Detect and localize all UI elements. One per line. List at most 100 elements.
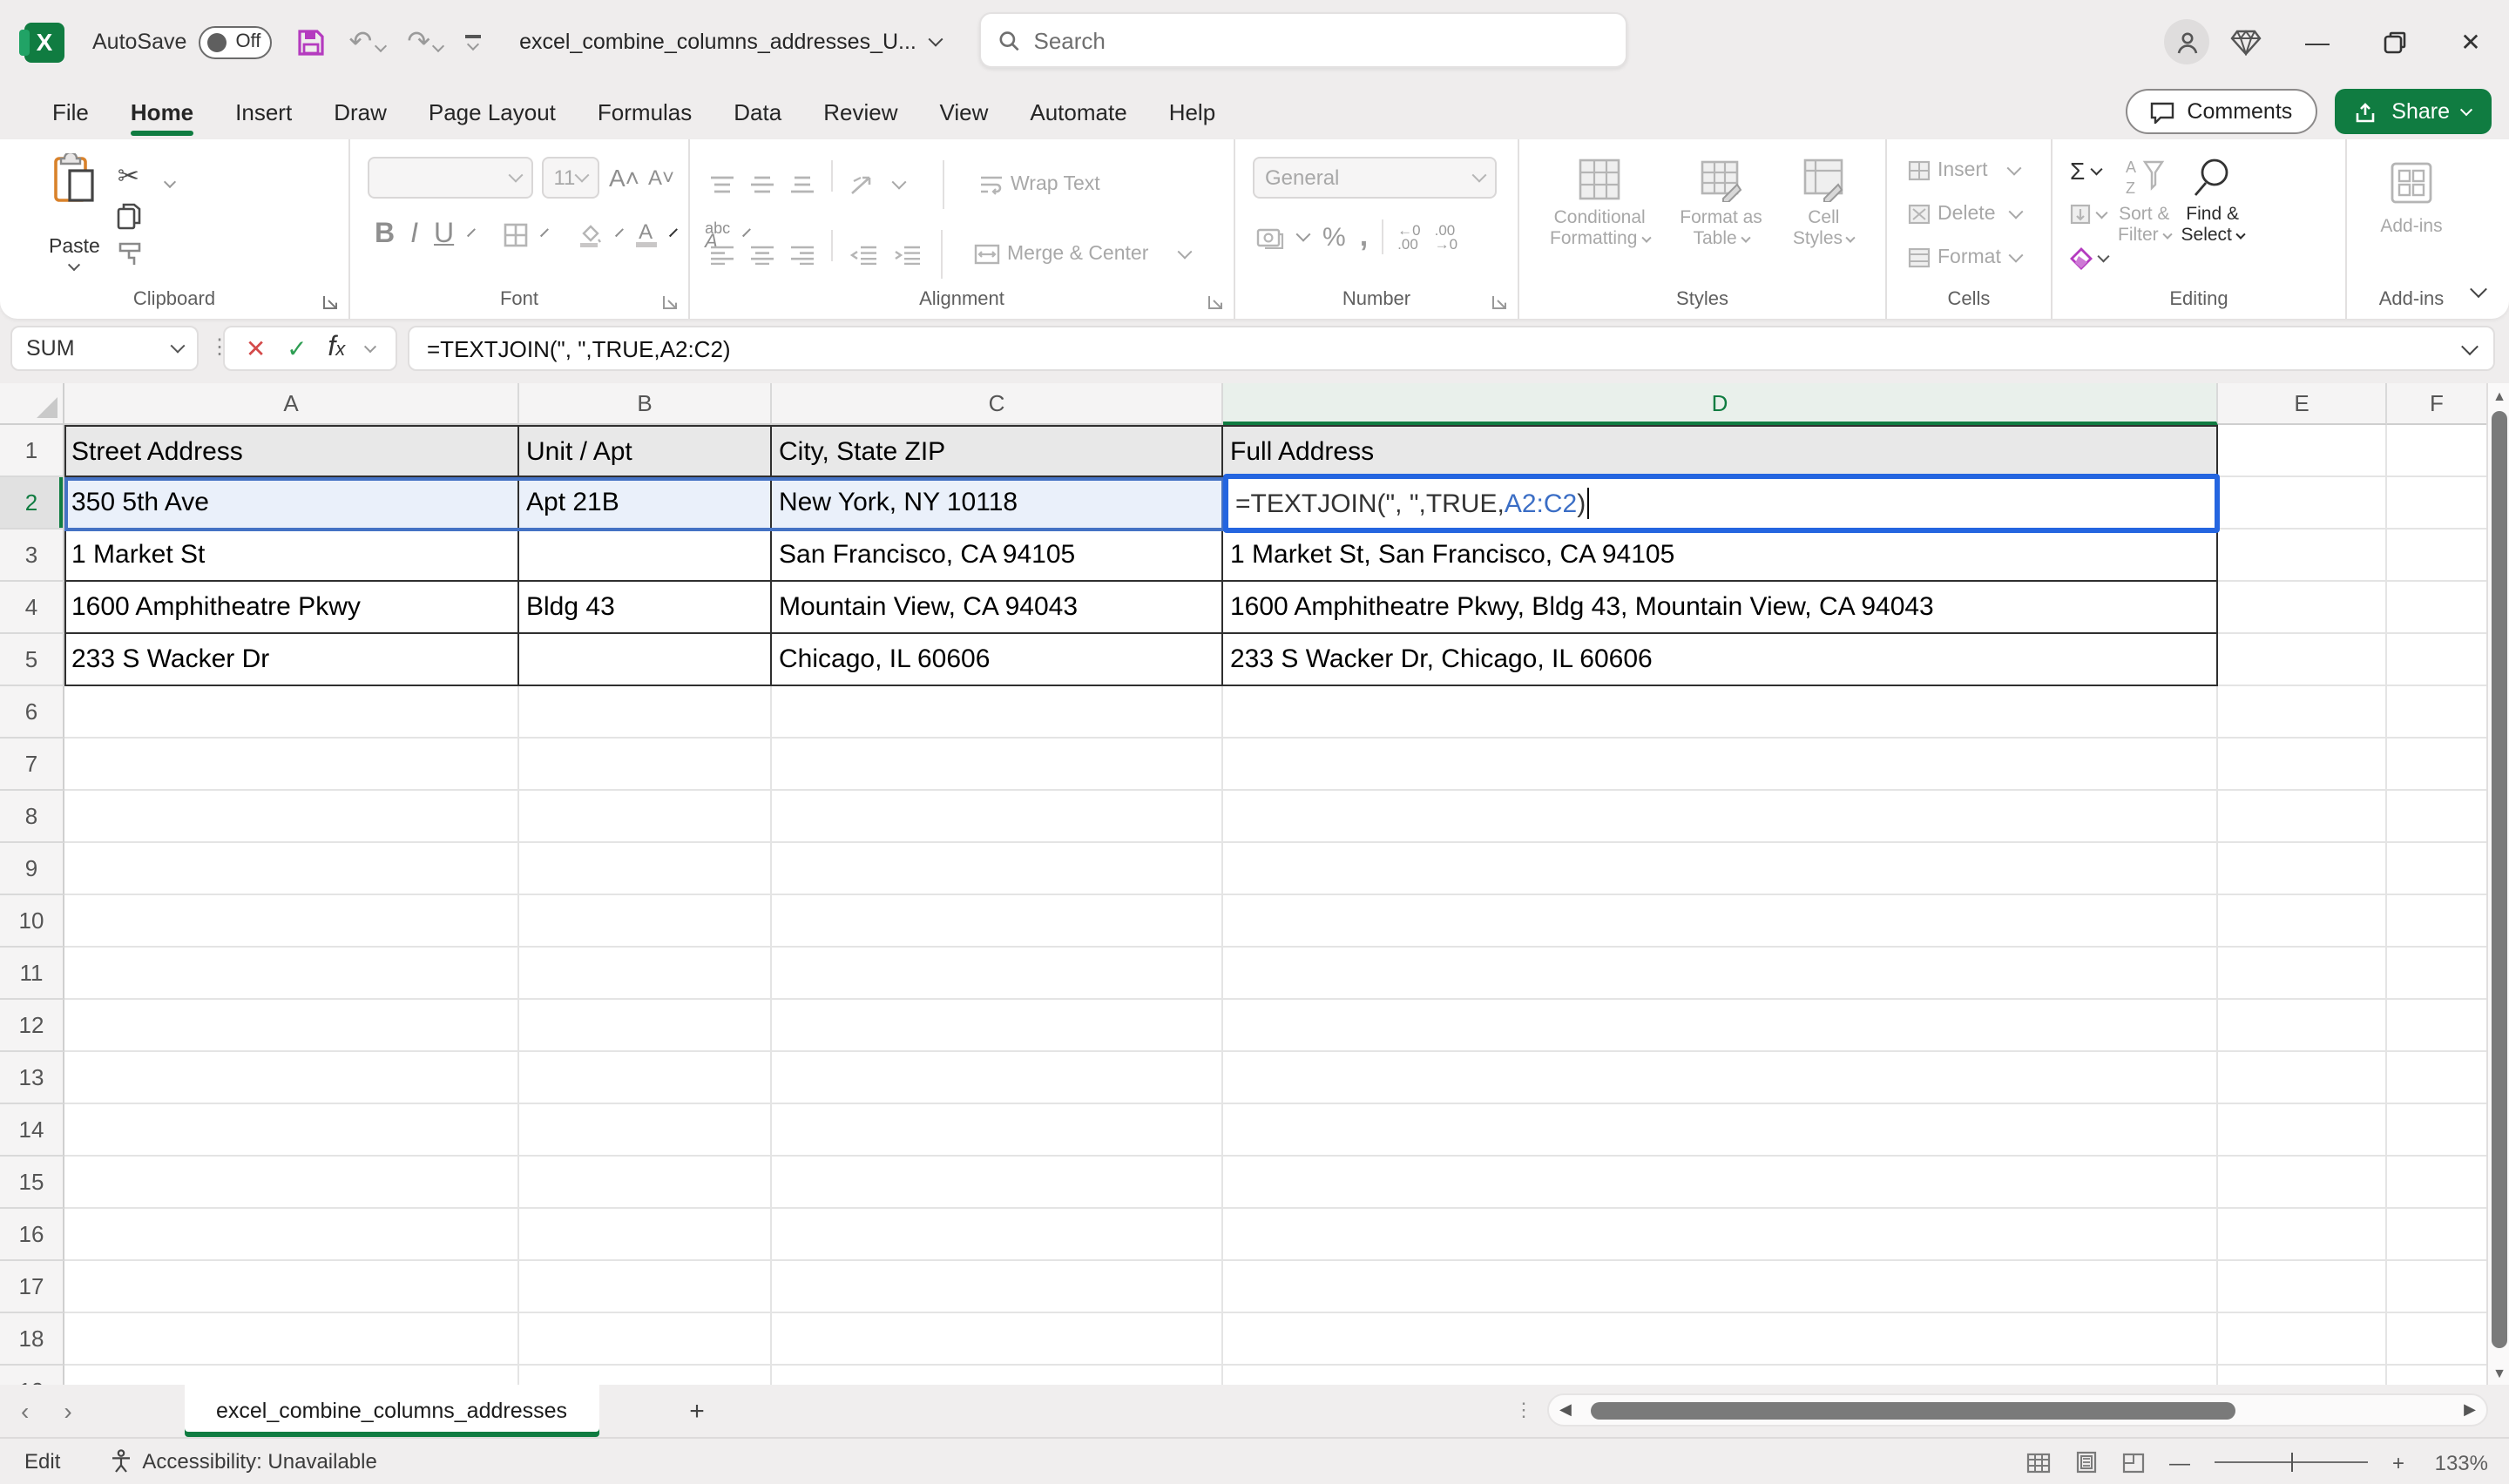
cell-e3[interactable]: [2218, 530, 2387, 582]
clipboard-dialog-launcher-icon[interactable]: [322, 294, 338, 310]
zoom-in-button[interactable]: +: [2392, 1450, 2404, 1474]
page-layout-view-button[interactable]: [2075, 1451, 2098, 1474]
cell-f19[interactable]: [2387, 1366, 2486, 1385]
row-header-3[interactable]: 3: [0, 530, 64, 582]
cell-d17[interactable]: [1223, 1261, 2218, 1313]
cell-d5[interactable]: 233 S Wacker Dr, Chicago, IL 60606: [1223, 634, 2218, 686]
cell-e6[interactable]: [2218, 686, 2387, 739]
cell-b18[interactable]: [519, 1313, 772, 1366]
insert-cells-button[interactable]: Insert: [1908, 153, 2051, 188]
cell-e19[interactable]: [2218, 1366, 2387, 1385]
insert-function-button[interactable]: fx: [328, 333, 345, 364]
cell-f16[interactable]: [2387, 1209, 2486, 1261]
scroll-down-icon[interactable]: ▼: [2488, 1360, 2509, 1385]
column-header-c[interactable]: C: [772, 383, 1223, 425]
cell-f5[interactable]: [2387, 634, 2486, 686]
cell-a16[interactable]: [64, 1209, 519, 1261]
row-header-11[interactable]: 11: [0, 948, 64, 1000]
cell-e7[interactable]: [2218, 739, 2387, 791]
cell-c9[interactable]: [772, 843, 1223, 895]
font-dialog-launcher-icon[interactable]: [662, 294, 678, 310]
cell-b5[interactable]: [519, 634, 772, 686]
vertical-scrollbar[interactable]: ▲ ▼: [2486, 383, 2509, 1385]
find-select-button[interactable]: Find &Select: [2181, 153, 2244, 246]
cell-b8[interactable]: [519, 791, 772, 843]
row-header-1[interactable]: 1: [0, 425, 64, 477]
cell-b11[interactable]: [519, 948, 772, 1000]
conditional-formatting-button[interactable]: ConditionalFormatting: [1550, 157, 1649, 249]
cell-c3[interactable]: San Francisco, CA 94105: [772, 530, 1223, 582]
cell-c16[interactable]: [772, 1209, 1223, 1261]
cell-b19[interactable]: [519, 1366, 772, 1385]
cell-f9[interactable]: [2387, 843, 2486, 895]
font-size-combo[interactable]: 11: [541, 157, 599, 199]
cell-f2[interactable]: [2387, 477, 2486, 530]
cell-b4[interactable]: Bldg 43: [519, 582, 772, 634]
tab-formulas[interactable]: Formulas: [577, 84, 713, 139]
cell-d15[interactable]: [1223, 1157, 2218, 1209]
decrease-decimal-button[interactable]: .00→0: [1435, 223, 1457, 251]
fill-button[interactable]: [2070, 197, 2107, 232]
cell-f1[interactable]: [2387, 425, 2486, 477]
cell-a11[interactable]: [64, 948, 519, 1000]
cell-c7[interactable]: [772, 739, 1223, 791]
font-color-button[interactable]: A: [635, 224, 656, 247]
cell-e15[interactable]: [2218, 1157, 2387, 1209]
new-sheet-button[interactable]: +: [680, 1393, 714, 1428]
cell-c13[interactable]: [772, 1052, 1223, 1104]
cell-d8[interactable]: [1223, 791, 2218, 843]
cell-d11[interactable]: [1223, 948, 2218, 1000]
tab-help[interactable]: Help: [1148, 84, 1237, 139]
sheet-tab-active[interactable]: excel_combine_columns_addresses: [185, 1385, 599, 1437]
autosum-button[interactable]: Σ: [2070, 153, 2107, 188]
cell-b6[interactable]: [519, 686, 772, 739]
cell-c14[interactable]: [772, 1104, 1223, 1157]
fill-color-button[interactable]: [576, 223, 602, 247]
cell-c8[interactable]: [772, 791, 1223, 843]
italic-button[interactable]: I: [410, 219, 418, 251]
cell-e4[interactable]: [2218, 582, 2387, 634]
cell-d13[interactable]: [1223, 1052, 2218, 1104]
decrease-font-size-button[interactable]: A˅: [648, 165, 674, 190]
tab-page-layout[interactable]: Page Layout: [408, 84, 577, 139]
column-header-d[interactable]: D: [1223, 383, 2218, 425]
cell-e17[interactable]: [2218, 1261, 2387, 1313]
cell-a8[interactable]: [64, 791, 519, 843]
expand-formula-bar-icon[interactable]: [2461, 337, 2479, 354]
scroll-left-icon[interactable]: ◀: [1559, 1400, 1572, 1420]
row-header-12[interactable]: 12: [0, 1000, 64, 1052]
cell-e16[interactable]: [2218, 1209, 2387, 1261]
chevron-down-icon[interactable]: [165, 176, 177, 188]
cell-c4[interactable]: Mountain View, CA 94043: [772, 582, 1223, 634]
cell-a9[interactable]: [64, 843, 519, 895]
cell-a3[interactable]: 1 Market St: [64, 530, 519, 582]
active-cell-editor[interactable]: =TEXTJOIN(", ",TRUE,A2:C2): [1223, 474, 2220, 533]
select-all-button[interactable]: [0, 383, 64, 425]
horizontal-scroll-thumb[interactable]: [1591, 1401, 2235, 1419]
cut-button[interactable]: ✂: [118, 160, 145, 192]
row-header-13[interactable]: 13: [0, 1052, 64, 1104]
cell-e5[interactable]: [2218, 634, 2387, 686]
cell-b2[interactable]: Apt 21B: [519, 477, 772, 530]
cell-f13[interactable]: [2387, 1052, 2486, 1104]
cell-e9[interactable]: [2218, 843, 2387, 895]
tab-home[interactable]: Home: [110, 84, 214, 139]
minimize-button[interactable]: —: [2279, 0, 2356, 84]
chevron-down-icon[interactable]: [466, 228, 475, 237]
cell-e1[interactable]: [2218, 425, 2387, 477]
cell-a12[interactable]: [64, 1000, 519, 1052]
cell-f18[interactable]: [2387, 1313, 2486, 1366]
row-header-5[interactable]: 5: [0, 634, 64, 686]
page-break-view-button[interactable]: [2122, 1452, 2145, 1473]
vertical-scroll-thumb[interactable]: [2492, 411, 2507, 1348]
cell-a10[interactable]: [64, 895, 519, 948]
merge-center-button[interactable]: Merge & Center: [974, 237, 1190, 272]
cell-d4[interactable]: 1600 Amphitheatre Pkwy, Bldg 43, Mountai…: [1223, 582, 2218, 634]
zoom-slider-thumb[interactable]: [2291, 1453, 2294, 1472]
cell-f14[interactable]: [2387, 1104, 2486, 1157]
bold-button[interactable]: B: [375, 219, 395, 251]
chevron-down-icon[interactable]: [1296, 227, 1311, 242]
cell-c18[interactable]: [772, 1313, 1223, 1366]
row-header-15[interactable]: 15: [0, 1157, 64, 1209]
cell-a2[interactable]: 350 5th Ave: [64, 477, 519, 530]
